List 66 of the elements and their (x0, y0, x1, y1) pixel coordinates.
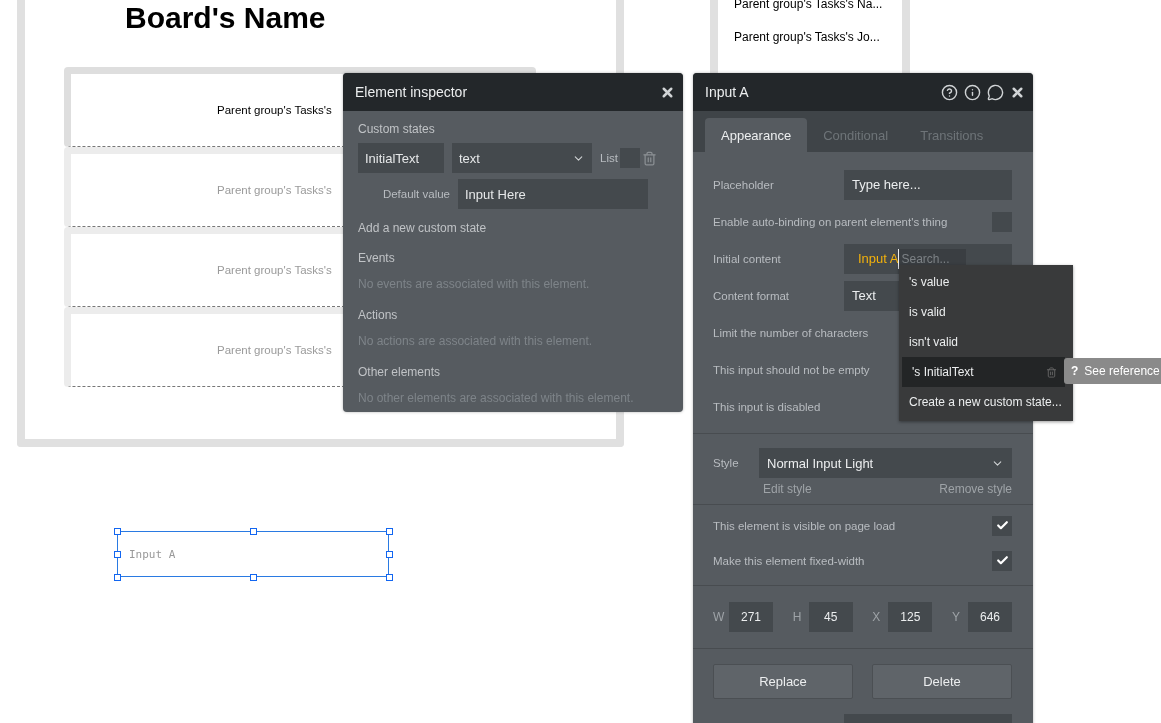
dimension-label: W (713, 610, 726, 624)
section-label: Actions (358, 307, 399, 323)
comment-icon[interactable] (987, 83, 1004, 101)
tooltip-icon: ? (1071, 364, 1079, 378)
property-label: Content format (713, 289, 790, 302)
property-label: Enable auto-binding on parent element's thing (713, 215, 948, 228)
checkbox[interactable] (992, 550, 1012, 571)
search-input[interactable]: Search... (898, 248, 967, 269)
section-label: Other elements (358, 364, 442, 380)
check-icon (995, 554, 1009, 567)
panel-title: Element inspector (355, 84, 468, 100)
cell-text: Parent group's Tasks's (217, 264, 332, 276)
property-label: Limit the number of characters (713, 326, 869, 339)
dimension-label: X (872, 610, 882, 624)
option-label: This element is visible on page load (713, 519, 896, 532)
resize-handle[interactable] (386, 551, 393, 558)
menu-item[interactable]: 's InitialText (902, 357, 1065, 387)
resize-handle[interactable] (114, 528, 121, 535)
help-icon[interactable] (941, 83, 958, 101)
menu-item[interactable]: is valid (899, 297, 1073, 327)
resize-handle[interactable] (386, 574, 393, 581)
property-label: This input is disabled (713, 400, 821, 413)
list-label: List (600, 152, 618, 164)
list-text: Parent group's Tasks's Jo... (734, 30, 881, 44)
style-label: Style (713, 457, 740, 469)
resize-handle[interactable] (114, 551, 121, 558)
check-icon (995, 519, 1009, 532)
cell-text: Parent group's Tasks's (217, 104, 332, 116)
state-type-select[interactable]: text (452, 143, 592, 173)
option-label: Make this element fixed-width (713, 554, 865, 567)
close-icon[interactable] (660, 84, 675, 100)
action-button[interactable]: Delete (872, 664, 1012, 699)
dimension-label: H (792, 610, 803, 624)
state-name-field[interactable]: InitialText (358, 143, 444, 173)
info-icon[interactable] (964, 83, 981, 101)
cell-text: Parent group's Tasks's (217, 184, 332, 196)
menu-item[interactable]: isn't valid (899, 327, 1073, 357)
checkbox[interactable] (992, 515, 1012, 536)
section-label: Events (358, 250, 396, 266)
input-placeholder: Input A (129, 547, 176, 561)
resize-handle[interactable] (386, 528, 393, 535)
section-label: Custom states (358, 121, 436, 137)
property-label: Initial content (713, 252, 781, 265)
placeholder-field[interactable]: Type here... (844, 169, 1012, 200)
close-icon[interactable] (1010, 84, 1025, 100)
dimension-field[interactable]: 646 (967, 602, 1012, 632)
dimension-label: Y (951, 610, 961, 624)
list-text: Parent group's Tasks's Na... (734, 0, 884, 11)
board-title: Board's Name (125, 0, 326, 36)
style-select[interactable]: Normal Input Light (759, 448, 1012, 478)
add-state-link[interactable]: Add a new custom state (358, 221, 668, 235)
resize-handle[interactable] (250, 574, 257, 581)
panel-title: Input A (705, 84, 749, 100)
tab[interactable]: Appearance (705, 118, 808, 152)
dimension-field[interactable]: 45 (808, 602, 853, 632)
cell-text: Parent group's Tasks's (217, 344, 332, 356)
menu-item[interactable]: Create a new custom state... (899, 387, 1073, 417)
dimension-field[interactable]: 125 (888, 602, 933, 632)
default-value-field[interactable]: Input Here (458, 179, 648, 209)
action-button[interactable]: Replace (713, 664, 853, 699)
dimension-field[interactable]: 271 (729, 602, 773, 632)
resize-handle[interactable] (250, 528, 257, 535)
property-label: Placeholder (713, 178, 774, 191)
property-label: This input should not be empty (713, 363, 870, 376)
default-value-label: Default value (381, 188, 450, 200)
resize-handle[interactable] (114, 574, 121, 581)
